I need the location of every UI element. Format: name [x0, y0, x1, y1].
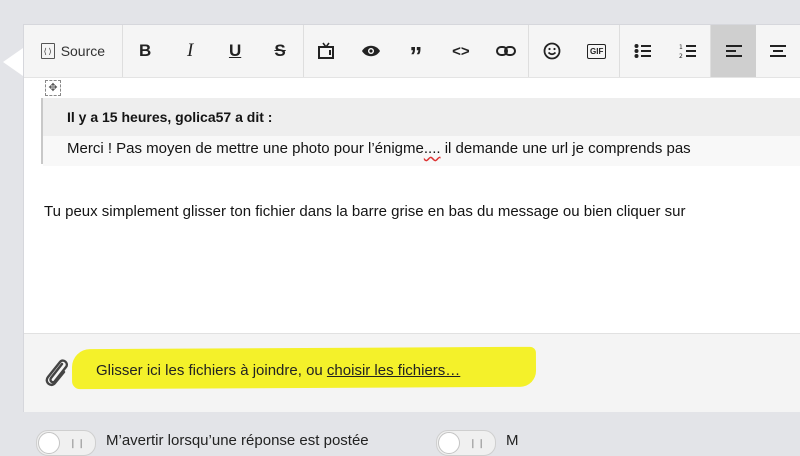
bullet-list-button[interactable]	[620, 25, 665, 77]
gif-icon: GIF	[587, 43, 607, 59]
numbered-list-icon: 1 2	[679, 44, 696, 59]
bold-button[interactable]: B	[123, 25, 168, 77]
bold-icon: B	[139, 41, 152, 60]
drag-handle-icon[interactable]: ✥	[45, 80, 61, 96]
emoji-button[interactable]	[529, 25, 574, 77]
numbered-list-button[interactable]: 1 2	[665, 25, 710, 77]
align-center-button[interactable]	[756, 25, 800, 77]
toggle-knob	[438, 432, 460, 454]
italic-icon: I	[186, 40, 194, 61]
align-left-icon	[725, 45, 742, 57]
link-icon	[495, 46, 516, 56]
toggle-knob	[38, 432, 60, 454]
quote-icon: ”	[409, 41, 423, 71]
smiley-icon	[543, 42, 561, 60]
editor-content[interactable]: ✥ Il y a 15 heures, golica57 a dit : Mer…	[24, 78, 800, 333]
quote-header: Il y a 15 heures, golica57 a dit :	[43, 98, 800, 136]
rich-text-editor[interactable]: ⟨⟩ Source B I U S ” <> GIF 1 2 ✥ Il y a …	[23, 24, 800, 413]
tv-icon	[317, 42, 334, 59]
blockquote: Il y a 15 heures, golica57 a dit : Merci…	[41, 98, 800, 166]
svg-text:1: 1	[679, 44, 683, 51]
misspelled-word: ....	[423, 140, 441, 157]
options-bar: ❙❙ M’avertir lorsqu’une réponse est post…	[0, 412, 800, 456]
quote-body: Merci ! Pas moyen de mettre une photo po…	[43, 136, 800, 166]
quote-body-end: il demande une url je comprends pas	[440, 140, 691, 157]
code-icon: <>	[452, 42, 470, 60]
eye-icon	[361, 45, 380, 57]
choose-files-link[interactable]: choisir les fichiers…	[327, 362, 460, 379]
attachment-dropzone[interactable]: Glisser ici les fichiers à joindre, ou c…	[24, 333, 800, 413]
link-button[interactable]	[483, 25, 528, 77]
source-icon: ⟨⟩	[40, 43, 55, 59]
bullet-list-icon	[634, 44, 651, 58]
source-button[interactable]: ⟨⟩ Source	[24, 25, 122, 77]
italic-button[interactable]: I	[168, 25, 213, 77]
reply-text: Tu peux simplement glisser ton fichier d…	[44, 203, 686, 220]
paperclip-icon	[45, 359, 68, 387]
strikethrough-icon: S	[274, 41, 286, 60]
align-left-button[interactable]	[711, 25, 756, 77]
second-option-label: M	[506, 432, 519, 449]
editor-pointer	[3, 48, 23, 76]
media-button[interactable]	[304, 25, 349, 77]
code-button[interactable]: <>	[438, 25, 483, 77]
underline-icon: U	[228, 41, 242, 60]
spoiler-button[interactable]	[348, 25, 393, 77]
notify-label: M’avertir lorsqu’une réponse est postée	[106, 432, 369, 449]
gif-button[interactable]: GIF	[574, 25, 619, 77]
underline-button[interactable]: U	[213, 25, 258, 77]
attachment-instructions: Glisser ici les fichiers à joindre, ou c…	[96, 362, 460, 379]
strikethrough-button[interactable]: S	[258, 25, 303, 77]
align-center-icon	[770, 45, 787, 57]
editor-toolbar: ⟨⟩ Source B I U S ” <> GIF 1 2	[24, 25, 800, 78]
quote-body-start: Merci ! Pas moyen de mettre une photo po…	[67, 140, 424, 157]
second-toggle[interactable]: ❙❙	[436, 430, 496, 456]
svg-text:2: 2	[679, 53, 683, 59]
notify-toggle[interactable]: ❙❙	[36, 430, 96, 456]
attachment-drag-text: Glisser ici les fichiers à joindre, ou	[96, 362, 327, 379]
quote-button[interactable]: ”	[393, 25, 438, 77]
source-label: Source	[60, 43, 106, 59]
page-background: ⟨⟩ Source B I U S ” <> GIF 1 2 ✥ Il y a …	[0, 0, 800, 456]
